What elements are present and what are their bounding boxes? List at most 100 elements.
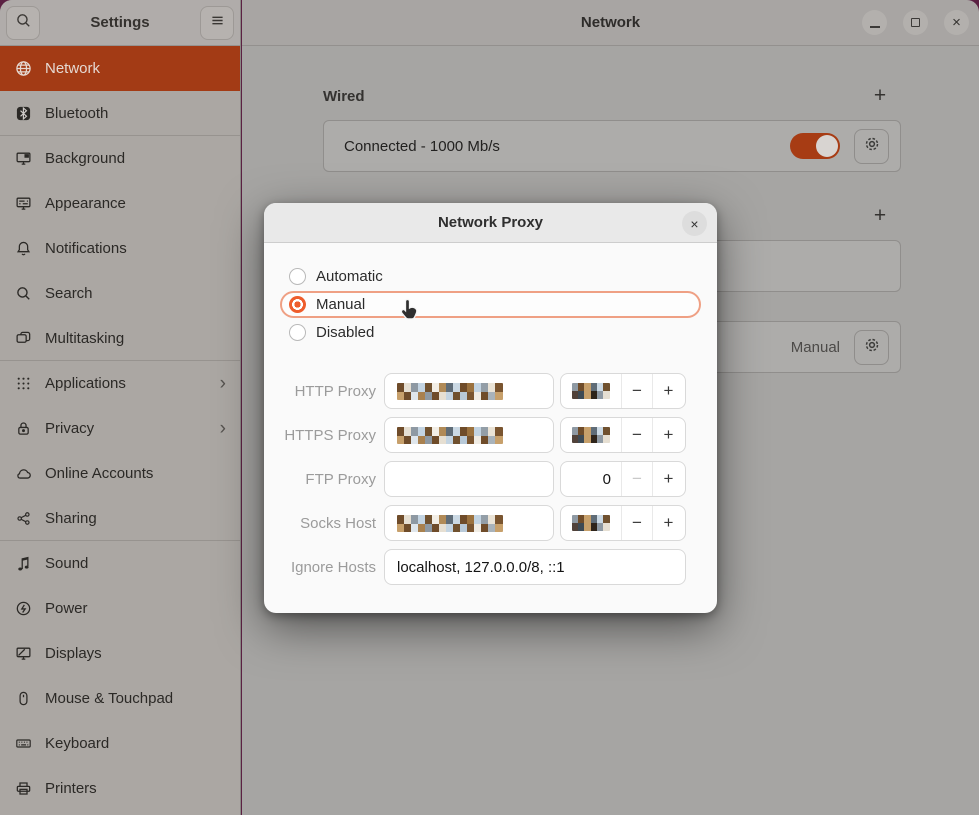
sidebar-item-sharing[interactable]: Sharing — [0, 496, 240, 541]
radio-checked-icon[interactable] — [289, 296, 306, 313]
wired-connection-row[interactable]: Connected - 1000 Mb/s — [323, 120, 901, 172]
proxy-mode-options: Automatic Manual Disabled — [280, 263, 701, 347]
sidebar-item-label: Sharing — [45, 510, 240, 527]
appearance-icon — [15, 195, 32, 212]
sharing-icon — [15, 510, 32, 527]
chevron-right-icon: › — [220, 419, 226, 438]
https-proxy-port-input[interactable] — [561, 418, 622, 452]
add-wired-connection-button[interactable]: + — [865, 81, 895, 111]
socks-port-input[interactable] — [561, 506, 622, 540]
displays-icon — [15, 645, 32, 662]
sidebar-item-notifications[interactable]: Notifications — [0, 226, 240, 271]
mouse-icon — [15, 690, 32, 707]
dialog-title: Network Proxy — [438, 214, 543, 231]
sidebar-item-label: Online Accounts — [45, 465, 240, 482]
sidebar-item-privacy[interactable]: Privacy › — [0, 406, 240, 451]
settings-window: Settings Network Bluetooth BackgroundAppea… — [0, 0, 979, 815]
http-proxy-port-input[interactable] — [561, 374, 622, 408]
sidebar-item-label: Privacy — [45, 420, 207, 437]
wired-toggle[interactable] — [790, 133, 840, 159]
ftp-proxy-label: FTP Proxy — [264, 471, 376, 488]
socks-port-spinner: − + — [560, 505, 686, 541]
sidebar-item-label: Search — [45, 285, 240, 302]
sidebar-item-network[interactable]: Network — [0, 46, 240, 91]
sidebar-item-applications[interactable]: Applications› — [0, 361, 240, 406]
sidebar-item-label: Multitasking — [45, 330, 240, 347]
redacted-host-value — [397, 383, 503, 400]
search-button[interactable] — [6, 6, 40, 40]
ignore-hosts-row: Ignore Hosts localhost, 127.0.0.0/8, ::1 — [264, 549, 717, 585]
minus-button[interactable]: − — [622, 506, 653, 540]
ignore-hosts-input[interactable]: localhost, 127.0.0.0/8, ::1 — [384, 549, 686, 585]
close-button[interactable]: × — [944, 10, 969, 35]
sidebar-item-displays[interactable]: Displays — [0, 631, 240, 676]
ignore-hosts-value: localhost, 127.0.0.0/8, ::1 — [397, 559, 565, 576]
plus-button[interactable]: + — [653, 506, 684, 540]
multitasking-icon — [15, 330, 32, 347]
online-accounts-icon — [15, 465, 32, 482]
wired-settings-button[interactable] — [854, 129, 889, 164]
plus-button[interactable]: + — [653, 418, 684, 452]
sidebar-item-multitasking[interactable]: Multitasking — [0, 316, 240, 361]
option-automatic[interactable]: Automatic — [280, 263, 701, 290]
power-icon — [15, 600, 32, 617]
ftp-proxy-host-input[interactable] — [384, 461, 554, 497]
sidebar-item-label: Printers — [45, 780, 240, 797]
redacted-host-value — [397, 515, 503, 532]
sidebar-item-label: Sound — [45, 555, 240, 572]
applications-icon — [15, 375, 32, 392]
radio-unchecked-icon[interactable] — [289, 268, 306, 285]
minus-button[interactable]: − — [622, 418, 653, 452]
socks-host-input[interactable] — [384, 505, 554, 541]
minimize-button[interactable] — [862, 10, 887, 35]
hamburger-icon — [209, 12, 226, 33]
http-proxy-host-input[interactable] — [384, 373, 554, 409]
minus-button[interactable]: − — [622, 462, 653, 496]
option-disabled[interactable]: Disabled — [280, 319, 701, 346]
proxy-mode-value: Manual — [791, 339, 840, 356]
ftp-proxy-port-input[interactable]: 0 — [561, 462, 622, 496]
option-manual[interactable]: Manual — [280, 291, 701, 318]
sidebar-item-label: Keyboard — [45, 735, 240, 752]
add-vpn-button[interactable]: + — [865, 201, 895, 231]
close-icon: × — [952, 15, 961, 30]
sidebar-item-mouse[interactable]: Mouse & Touchpad — [0, 676, 240, 721]
sidebar-headerbar: Settings — [0, 0, 240, 46]
sidebar-item-printers[interactable]: Printers — [0, 766, 240, 811]
sidebar-item-power[interactable]: Power — [0, 586, 240, 631]
maximize-icon — [911, 18, 920, 27]
sidebar-list: Network Bluetooth BackgroundAppearanceNoti… — [0, 46, 240, 815]
proxy-settings-button[interactable] — [854, 330, 889, 365]
redacted-host-value — [397, 427, 503, 444]
sidebar-item-keyboard[interactable]: Keyboard — [0, 721, 240, 766]
sidebar-item-sound[interactable]: Sound — [0, 541, 240, 586]
sidebar-item-bluetooth[interactable]: Bluetooth — [0, 91, 240, 136]
redacted-port-value — [572, 427, 610, 443]
plus-button[interactable]: + — [653, 374, 684, 408]
socks-host-row: Socks Host − + — [264, 505, 717, 541]
sidebar-item-label: Mouse & Touchpad — [45, 690, 240, 707]
bluetooth-icon — [15, 105, 32, 122]
plus-button[interactable]: + — [653, 462, 684, 496]
page-title: Network — [581, 14, 640, 31]
sidebar-item-label: Bluetooth — [45, 105, 240, 122]
toggle-knob — [816, 135, 838, 157]
https-proxy-host-input[interactable] — [384, 417, 554, 453]
sidebar-item-online-accounts[interactable]: Online Accounts — [0, 451, 240, 496]
radio-unchecked-icon[interactable] — [289, 324, 306, 341]
maximize-button[interactable] — [903, 10, 928, 35]
https-proxy-row: HTTPS Proxy − + — [264, 417, 717, 453]
gear-icon — [863, 336, 881, 358]
sidebar-item-search[interactable]: Search — [0, 271, 240, 316]
sidebar-item-background[interactable]: Background — [0, 136, 240, 181]
ftp-proxy-port-spinner: 0 − + — [560, 461, 686, 497]
sidebar-item-appearance[interactable]: Appearance — [0, 181, 240, 226]
menu-button[interactable] — [200, 6, 234, 40]
network-icon — [15, 60, 32, 77]
gear-icon — [863, 135, 881, 157]
sidebar-item-label: Power — [45, 600, 240, 617]
wired-status-label: Connected - 1000 Mb/s — [344, 138, 500, 155]
dialog-close-button[interactable]: × — [682, 211, 707, 236]
http-proxy-row: HTTP Proxy − + — [264, 373, 717, 409]
minus-button[interactable]: − — [622, 374, 653, 408]
